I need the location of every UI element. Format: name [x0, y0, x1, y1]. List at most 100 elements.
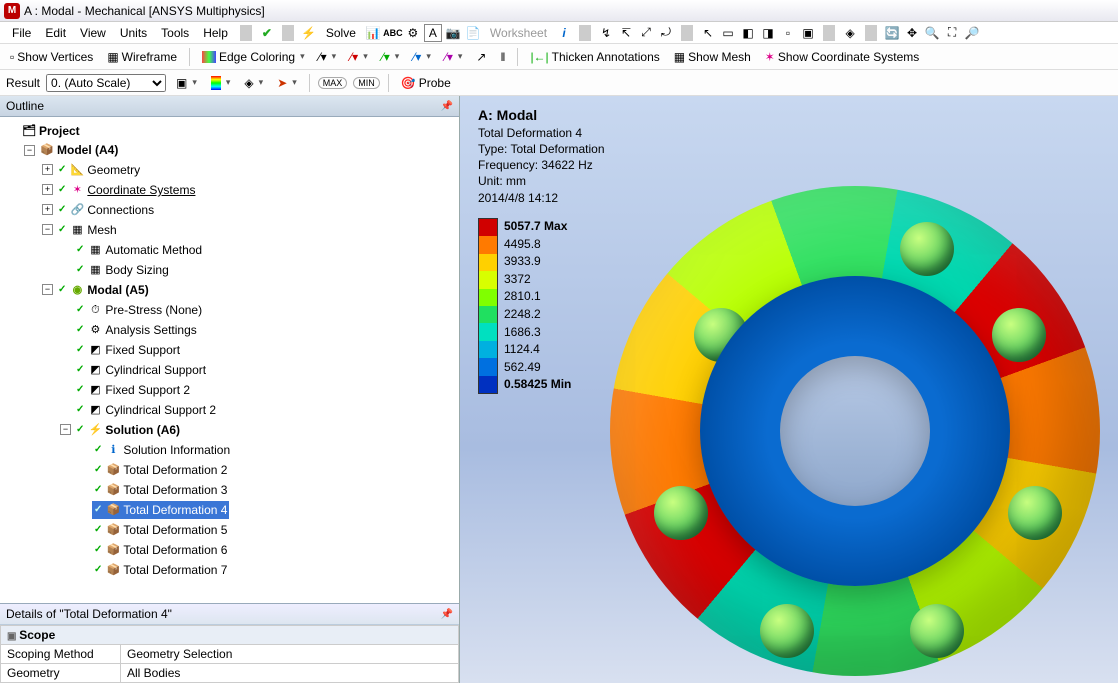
menu-edit[interactable]: Edit: [39, 24, 72, 42]
tree-geometry[interactable]: ✓📐Geometry: [56, 161, 142, 179]
contour-button[interactable]: [207, 74, 235, 92]
edge-style2[interactable]: ⁄▾: [346, 48, 372, 66]
edge-style3[interactable]: ⁄▾: [378, 48, 404, 66]
lightning-icon[interactable]: ⚡: [300, 24, 318, 42]
probe-button[interactable]: 🎯Probe: [397, 74, 455, 92]
tree-solinfo[interactable]: ✓ℹSolution Information: [92, 441, 232, 459]
tree-modal[interactable]: ✓◉Modal (A5): [56, 281, 151, 299]
details-geometry-value[interactable]: All Bodies: [121, 664, 459, 683]
fit-icon[interactable]: ⛶: [943, 24, 961, 42]
tree-td6[interactable]: ✓📦Total Deformation 6: [92, 541, 229, 559]
edge-style4[interactable]: ⁄▾: [409, 48, 435, 66]
face-icon[interactable]: ◧: [739, 24, 757, 42]
outline-tree[interactable]: 🗂Project −📦Model (A4) +✓📐Geometry +✓✶Coo…: [0, 117, 459, 603]
snapshot-icon[interactable]: 📷: [444, 24, 462, 42]
menu-view[interactable]: View: [74, 24, 112, 42]
wireframe-button[interactable]: ▦Wireframe: [103, 48, 181, 66]
menu-units[interactable]: Units: [114, 24, 153, 42]
zoom2-icon[interactable]: 🔎: [963, 24, 981, 42]
tree-solution[interactable]: ✓⚡Solution (A6): [74, 421, 182, 439]
min-button[interactable]: MIN: [353, 77, 380, 89]
axes-icon: ✶: [765, 50, 775, 64]
tree-mesh-body[interactable]: ✓▦Body Sizing: [74, 261, 171, 279]
info-timestamp: 2014/4/8 14:12: [478, 190, 605, 206]
pan-icon[interactable]: ✥: [903, 24, 921, 42]
edges-result-button[interactable]: ◈: [240, 74, 267, 92]
max-button[interactable]: MAX: [318, 77, 348, 89]
pointer-icon[interactable]: ↖: [699, 24, 717, 42]
expander[interactable]: −: [24, 145, 35, 156]
menu-help[interactable]: Help: [197, 24, 234, 42]
scale-select[interactable]: 0. (Auto Scale): [46, 74, 166, 92]
expander[interactable]: +: [42, 204, 53, 215]
pin-icon[interactable]: 📌: [441, 101, 453, 112]
tree-cyl2[interactable]: ✓◩Cylindrical Support 2: [74, 401, 218, 419]
menu-file[interactable]: File: [6, 24, 37, 42]
nav2-icon[interactable]: ↸: [617, 24, 635, 42]
show-coord-button[interactable]: ✶Show Coordinate Systems: [761, 48, 923, 66]
tree-cyl[interactable]: ✓◩Cylindrical Support: [74, 361, 208, 379]
zoom-icon[interactable]: 🔍: [923, 24, 941, 42]
tree-mesh[interactable]: ✓▦Mesh: [56, 221, 119, 239]
bolt2-icon[interactable]: ⚙: [404, 24, 422, 42]
tree-td3[interactable]: ✓📦Total Deformation 3: [92, 481, 229, 499]
pin-icon[interactable]: 📌: [441, 609, 453, 620]
rotate-icon[interactable]: 🔄: [883, 24, 901, 42]
show-mesh-button[interactable]: ▦Show Mesh: [670, 48, 755, 66]
edge-icon[interactable]: ◨: [759, 24, 777, 42]
edge-style5[interactable]: ⁄▾: [441, 48, 467, 66]
tree-model[interactable]: 📦Model (A4): [38, 141, 120, 159]
info-i-icon[interactable]: i: [555, 24, 573, 42]
tree-td4[interactable]: ✓📦Total Deformation 4: [92, 501, 229, 519]
edge-style1[interactable]: ⁄▾: [315, 48, 341, 66]
legend-label: 4495.8: [504, 236, 571, 254]
edge-style6[interactable]: ↗: [472, 48, 490, 66]
thicken-annotations-button[interactable]: |←|Thicken Annotations: [526, 48, 663, 66]
tree-prestress[interactable]: ✓⏱Pre-Stress (None): [74, 301, 204, 319]
legend-label: 5057.7 Max: [504, 218, 571, 236]
geom-display-button[interactable]: ▣: [172, 74, 201, 92]
graphics-viewport[interactable]: A: Modal Total Deformation 4 Type: Total…: [460, 96, 1118, 683]
nav1-icon[interactable]: ↯: [597, 24, 615, 42]
expander[interactable]: −: [60, 424, 71, 435]
tree-project[interactable]: 🗂Project: [20, 122, 82, 140]
worksheet-button[interactable]: Worksheet: [484, 24, 553, 42]
support-icon: ◩: [88, 403, 102, 417]
solve-button[interactable]: Solve: [320, 24, 362, 42]
nav4-icon[interactable]: ⤾: [657, 24, 675, 42]
nav3-icon[interactable]: ⤢: [637, 24, 655, 42]
accept-icon[interactable]: ✔: [258, 24, 276, 42]
tree-analysis[interactable]: ✓⚙Analysis Settings: [74, 321, 199, 339]
chart-icon[interactable]: 📊: [364, 24, 382, 42]
tree-mesh-auto[interactable]: ✓▦Automatic Method: [74, 241, 204, 259]
tree-connections[interactable]: ✓🔗Connections: [56, 201, 156, 219]
tree-fixed2[interactable]: ✓◩Fixed Support 2: [74, 381, 192, 399]
show-vertices-button[interactable]: ▫Show Vertices: [6, 48, 97, 66]
menu-tools[interactable]: Tools: [155, 24, 195, 42]
edge-thick[interactable]: ‖: [496, 48, 509, 66]
vector-button[interactable]: ➤: [273, 74, 301, 92]
details-scoping-label: Scoping Method: [1, 645, 121, 664]
bands-icon: [211, 76, 221, 90]
details-scoping-value[interactable]: Geometry Selection: [121, 645, 459, 664]
tree-td2[interactable]: ✓📦Total Deformation 2: [92, 461, 229, 479]
tree-fixed[interactable]: ✓◩Fixed Support: [74, 341, 182, 359]
select-icon[interactable]: ▭: [719, 24, 737, 42]
edge-coloring-button[interactable]: Edge Coloring: [198, 48, 309, 66]
expander[interactable]: −: [42, 224, 53, 235]
tree-td7[interactable]: ✓📦Total Deformation 7: [92, 561, 229, 579]
iso-icon[interactable]: ◈: [841, 24, 859, 42]
annotation-a-icon[interactable]: A: [424, 24, 442, 42]
expander[interactable]: +: [42, 184, 53, 195]
tree-td5[interactable]: ✓📦Total Deformation 5: [92, 521, 229, 539]
result-info: A: Modal Total Deformation 4 Type: Total…: [478, 106, 605, 206]
worksheet-icon[interactable]: 📄: [464, 24, 482, 42]
details-scope-header[interactable]: Scope: [1, 626, 459, 645]
abc-icon[interactable]: ABC: [384, 24, 402, 42]
details-table[interactable]: Scope Scoping Method Geometry Selection …: [0, 625, 459, 683]
vertex-icon[interactable]: ▫: [779, 24, 797, 42]
tree-coord[interactable]: ✓✶Coordinate Systems: [56, 181, 197, 199]
body-icon[interactable]: ▣: [799, 24, 817, 42]
expander[interactable]: −: [42, 284, 53, 295]
expander[interactable]: +: [42, 164, 53, 175]
